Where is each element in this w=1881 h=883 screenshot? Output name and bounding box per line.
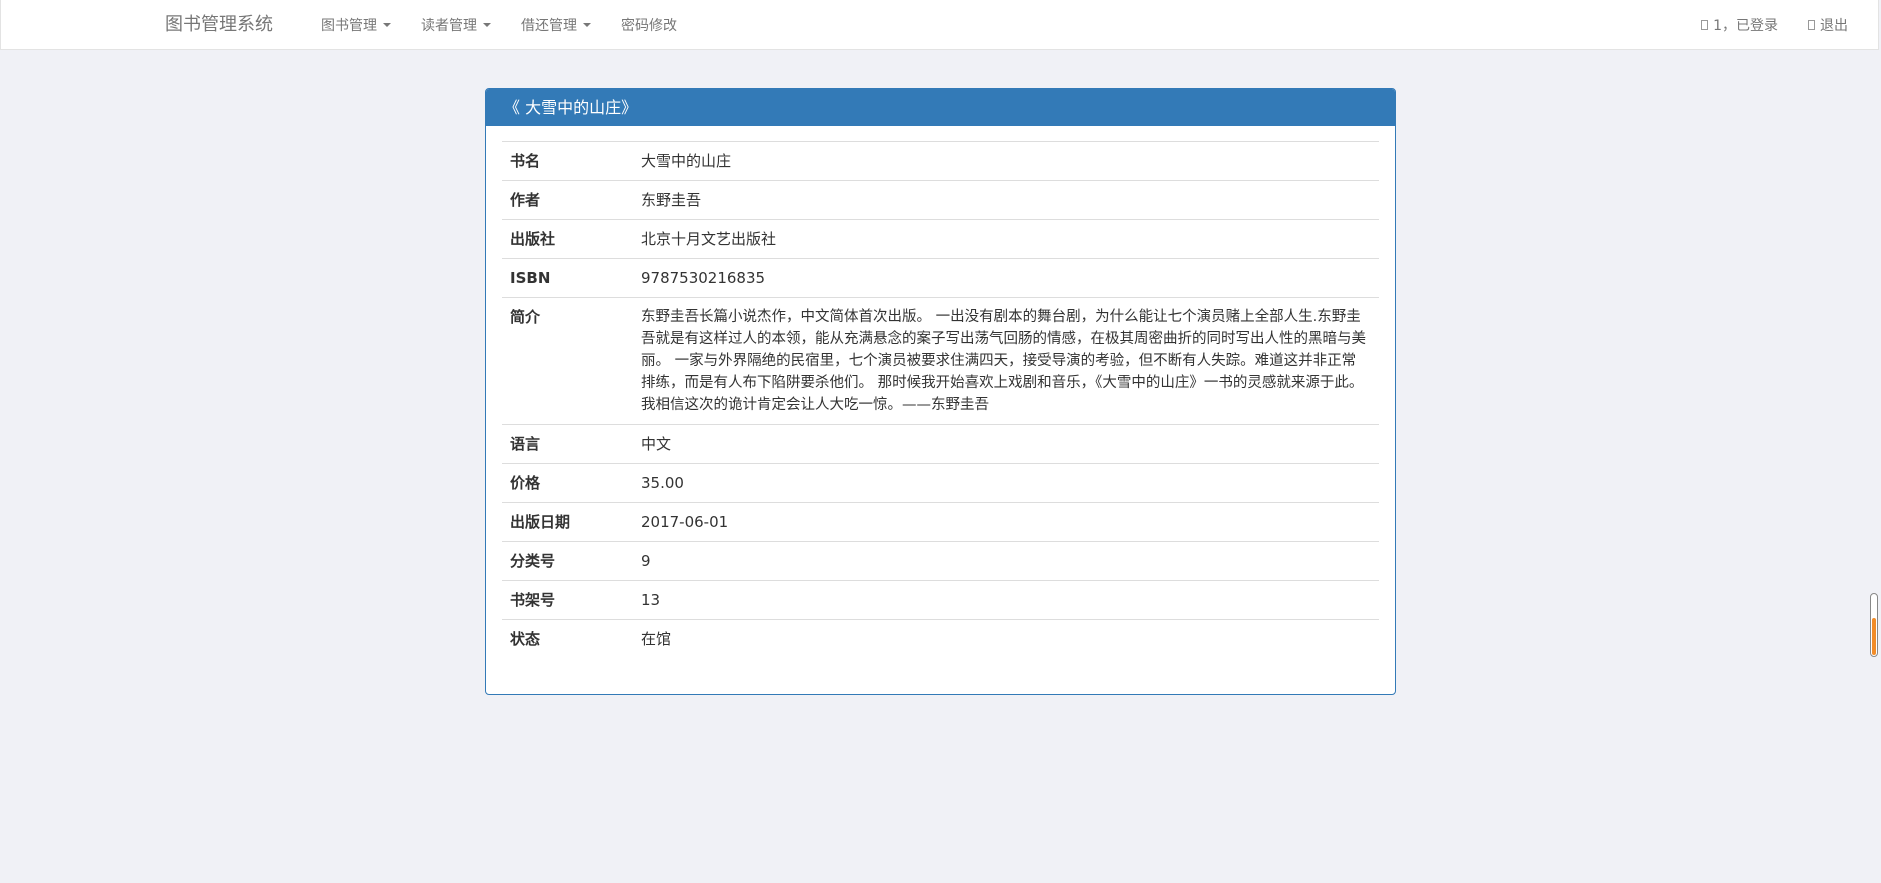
brand-title[interactable]: 图书管理系统 [165,0,273,50]
menu-label: 借还管理 [521,18,577,34]
table-row: 语言 中文 [502,424,1379,464]
row-label: 简介 [502,297,633,425]
user-status-link[interactable]: 1，已登录 [1701,15,1778,35]
menu-book-management[interactable]: 图书管理 [321,15,391,35]
user-icon [1701,20,1709,30]
scroll-indicator-fill [1872,617,1876,655]
nav-right: 1，已登录 退出 [1671,0,1848,50]
table-row: 简介 东野圭吾长篇小说杰作，中文简体首次出版。 一出没有剧本的舞台剧，为什么能让… [502,297,1379,425]
menu-reader-management[interactable]: 读者管理 [421,15,491,35]
table-row: 分类号 9 [502,541,1379,581]
table-row: 状态 在馆 [502,619,1379,658]
menu-label: 图书管理 [321,18,377,34]
table-row: 作者 东野圭吾 [502,180,1379,220]
row-value: 中文 [633,424,1379,464]
row-label: 分类号 [502,541,633,581]
row-value: 9787530216835 [633,258,1379,298]
table-row: 书名 大雪中的山庄 [502,141,1379,181]
row-label: 出版社 [502,219,633,259]
caret-down-icon [383,23,391,27]
row-value: 东野圭吾 [633,180,1379,220]
book-detail-table: 书名 大雪中的山庄 作者 东野圭吾 出版社 北京十月文艺出版社 ISBN 978… [502,141,1379,658]
menu-borrow-return-management[interactable]: 借还管理 [521,15,591,35]
menu-label: 读者管理 [421,18,477,34]
row-label: 书名 [502,141,633,181]
top-navbar: 图书管理系统 图书管理 读者管理 借还管理 密码修改 1，已登录 退出 [0,0,1879,50]
logout-text: 退出 [1820,18,1848,34]
menu-change-password[interactable]: 密码修改 [621,15,677,35]
row-label: 书架号 [502,580,633,620]
logout-icon [1808,20,1815,30]
row-value-description: 东野圭吾长篇小说杰作，中文简体首次出版。 一出没有剧本的舞台剧，为什么能让七个演… [633,297,1379,425]
row-value: 北京十月文艺出版社 [633,219,1379,259]
user-status-text: 1，已登录 [1713,18,1778,34]
nav-menu: 图书管理 读者管理 借还管理 密码修改 [321,0,707,50]
caret-down-icon [483,23,491,27]
row-value: 35.00 [633,463,1379,503]
row-value: 2017-06-01 [633,502,1379,542]
row-value: 9 [633,541,1379,581]
row-value: 13 [633,580,1379,620]
table-row: 出版社 北京十月文艺出版社 [502,219,1379,259]
row-label: 语言 [502,424,633,464]
table-row: 出版日期 2017-06-01 [502,502,1379,542]
panel-body: 书名 大雪中的山庄 作者 东野圭吾 出版社 北京十月文艺出版社 ISBN 978… [486,126,1395,658]
row-value: 在馆 [633,619,1379,658]
row-label: 价格 [502,463,633,503]
table-row: 书架号 13 [502,580,1379,620]
row-label: 状态 [502,619,633,658]
book-detail-panel: 《 大雪中的山庄》 书名 大雪中的山庄 作者 东野圭吾 出版社 北京十月文艺出版… [485,88,1396,695]
table-row: 价格 35.00 [502,463,1379,503]
menu-label: 密码修改 [621,18,677,34]
row-label: 出版日期 [502,502,633,542]
caret-down-icon [583,23,591,27]
logout-link[interactable]: 退出 [1808,15,1848,35]
row-value: 大雪中的山庄 [633,141,1379,181]
panel-title: 《 大雪中的山庄》 [486,89,1395,126]
scroll-indicator[interactable] [1870,593,1878,657]
row-label: ISBN [502,258,633,298]
table-row: ISBN 9787530216835 [502,258,1379,298]
row-label: 作者 [502,180,633,220]
